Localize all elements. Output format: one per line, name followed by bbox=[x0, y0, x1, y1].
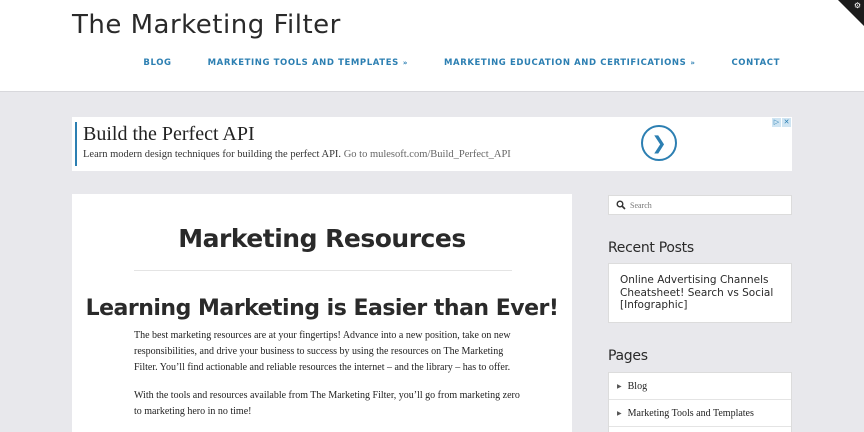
tools-paragraph: With the tools and resources available f… bbox=[134, 390, 520, 417]
ad-choices[interactable]: ▷ ✕ bbox=[772, 118, 791, 127]
ad-choices-icon[interactable]: ▷ bbox=[772, 118, 781, 127]
gear-icon[interactable]: ⚙ bbox=[854, 1, 861, 10]
site-title[interactable]: The Marketing Filter bbox=[72, 10, 341, 40]
search-icon bbox=[616, 200, 626, 210]
nav-item-contact[interactable]: CONTACT bbox=[731, 58, 780, 68]
recent-posts-list: Online Advertising Channels Cheatsheet! … bbox=[608, 263, 792, 323]
page-item-blog[interactable]: ▶ Blog bbox=[609, 373, 791, 400]
nav-item-label: CONTACT bbox=[731, 58, 780, 68]
main-content: Marketing Resources Learning Marketing i… bbox=[72, 194, 572, 432]
section-heading: Learning Marketing is Easier than Ever! bbox=[85, 296, 559, 321]
recent-post-link[interactable]: Online Advertising Channels Cheatsheet! … bbox=[620, 274, 783, 312]
chevron-right-icon: ▶ bbox=[617, 382, 622, 390]
nav-item-marketing-education[interactable]: MARKETING EDUCATION AND CERTIFICATIONS » bbox=[444, 58, 696, 68]
nav-item-blog[interactable]: BLOG bbox=[143, 58, 171, 68]
intro-paragraph: The best marketing resources are at your… bbox=[134, 330, 511, 373]
ad-close-icon[interactable]: ✕ bbox=[782, 118, 791, 127]
nav-item-label: MARKETING TOOLS AND TEMPLATES bbox=[207, 58, 399, 68]
main-nav: BLOG MARKETING TOOLS AND TEMPLATES » MAR… bbox=[143, 58, 780, 68]
page-item-label: Blog bbox=[627, 380, 648, 392]
nav-item-label: BLOG bbox=[143, 58, 172, 68]
ad-go-button[interactable]: ❯ bbox=[641, 125, 677, 161]
nav-item-label: MARKETING EDUCATION AND CERTIFICATIONS bbox=[443, 58, 687, 68]
search-box[interactable] bbox=[608, 195, 792, 215]
chevron-right-icon: ▶ bbox=[617, 409, 622, 417]
nav-item-marketing-tools[interactable]: MARKETING TOOLS AND TEMPLATES » bbox=[208, 58, 408, 68]
ad-banner[interactable]: Build the Perfect API Learn modern desig… bbox=[72, 117, 792, 171]
page-item-label: Marketing Tools and Templates bbox=[627, 407, 754, 419]
search-input[interactable] bbox=[630, 200, 780, 210]
title-divider bbox=[134, 270, 512, 271]
pages-heading: Pages bbox=[608, 348, 648, 364]
recent-posts-heading: Recent Posts bbox=[608, 240, 694, 256]
ad-link[interactable]: Go to mulesoft.com/Build_Perfect_API bbox=[344, 149, 511, 160]
ad-text[interactable]: Learn modern design techniques for build… bbox=[83, 149, 511, 160]
ad-title[interactable]: Build the Perfect API bbox=[83, 123, 255, 146]
page-title: Marketing Resources bbox=[178, 224, 466, 253]
site-header: The Marketing Filter BLOG MARKETING TOOL… bbox=[0, 0, 864, 92]
chevron-right-icon: ❯ bbox=[651, 132, 667, 154]
pages-list: ▶ Blog ▶ Marketing Tools and Templates bbox=[608, 372, 792, 432]
ad-accent-bar bbox=[75, 122, 77, 166]
chevron-down-icon: » bbox=[690, 59, 696, 67]
page-item-marketing-tools[interactable]: ▶ Marketing Tools and Templates bbox=[609, 400, 791, 427]
chevron-down-icon: » bbox=[402, 59, 408, 67]
ad-description: Learn modern design techniques for build… bbox=[83, 149, 342, 160]
